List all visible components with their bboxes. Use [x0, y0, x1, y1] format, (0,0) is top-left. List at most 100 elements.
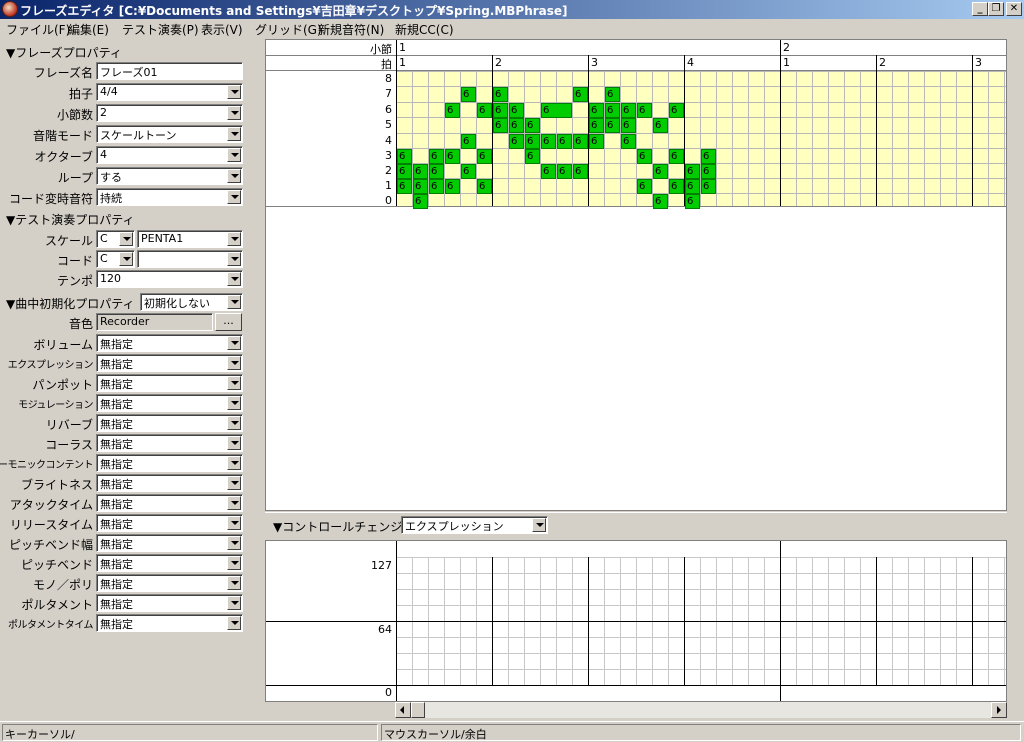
menu-grid[interactable]: グリッド(G): [255, 21, 322, 38]
note-block[interactable]: 6: [605, 118, 620, 133]
init-properties-header[interactable]: ▼曲中初期化プロパティ: [6, 295, 135, 312]
note-block[interactable]: 6: [589, 134, 604, 149]
chevron-down-icon[interactable]: [227, 336, 241, 350]
note-block[interactable]: 6: [541, 103, 572, 118]
note-block[interactable]: 6: [429, 149, 444, 164]
phrase-select[interactable]: する: [96, 167, 243, 185]
note-block[interactable]: 6: [621, 103, 636, 118]
note-block[interactable]: 6: [445, 149, 460, 164]
note-block[interactable]: 6: [477, 149, 492, 164]
note-block[interactable]: 6: [429, 164, 444, 179]
note-block[interactable]: 6: [509, 134, 524, 149]
scroll-right-button[interactable]: [991, 702, 1007, 718]
init-select[interactable]: 無指定: [96, 354, 243, 372]
init-select[interactable]: 無指定: [96, 494, 243, 512]
note-block[interactable]: 6: [445, 103, 460, 118]
menu-file[interactable]: ファイル(F): [6, 21, 70, 38]
init-select[interactable]: 無指定: [96, 474, 243, 492]
note-block[interactable]: 6: [461, 164, 476, 179]
chevron-down-icon[interactable]: [227, 576, 241, 590]
minimize-button[interactable]: _: [972, 2, 988, 16]
chevron-down-icon[interactable]: [227, 436, 241, 450]
chevron-down-icon[interactable]: [227, 169, 241, 183]
chevron-down-icon[interactable]: [227, 496, 241, 510]
init-mode-select[interactable]: 初期化しない: [140, 293, 243, 311]
chevron-down-icon[interactable]: [227, 190, 241, 204]
chevron-down-icon[interactable]: [227, 396, 241, 410]
note-block[interactable]: 6: [669, 179, 684, 194]
chevron-down-icon[interactable]: [227, 232, 241, 246]
note-block[interactable]: 6: [573, 164, 588, 179]
note-block[interactable]: 6: [669, 103, 684, 118]
note-block[interactable]: 6: [477, 103, 492, 118]
phrase-select[interactable]: 4: [96, 146, 243, 164]
chevron-down-icon[interactable]: [227, 456, 241, 470]
init-select[interactable]: 無指定: [96, 374, 243, 392]
chevron-down-icon[interactable]: [119, 252, 133, 266]
note-block[interactable]: 6: [461, 87, 476, 102]
chevron-down-icon[interactable]: [227, 148, 241, 162]
tempo-select[interactable]: 120: [96, 270, 243, 288]
scroll-thumb[interactable]: [411, 702, 425, 718]
chord-key-select[interactable]: C: [96, 250, 135, 268]
note-block[interactable]: 6: [397, 179, 412, 194]
note-block[interactable]: 6: [477, 179, 492, 194]
menu-edit[interactable]: 編集(E): [68, 21, 109, 38]
chevron-down-icon[interactable]: [227, 536, 241, 550]
scroll-left-button[interactable]: [395, 702, 411, 718]
scale-name-select[interactable]: PENTA1: [137, 230, 243, 248]
app-icon[interactable]: [2, 1, 18, 17]
chord-name-select[interactable]: [137, 250, 243, 268]
note-block[interactable]: 6: [621, 118, 636, 133]
chevron-down-icon[interactable]: [227, 376, 241, 390]
note-block[interactable]: 6: [701, 149, 716, 164]
chevron-down-icon[interactable]: [227, 596, 241, 610]
chevron-down-icon[interactable]: [119, 232, 133, 246]
note-block[interactable]: 6: [605, 87, 620, 102]
init-select[interactable]: 無指定: [96, 534, 243, 552]
note-block[interactable]: 6: [541, 164, 556, 179]
menu-new-cc[interactable]: 新規CC(C): [395, 21, 454, 38]
init-select[interactable]: 無指定: [96, 614, 243, 632]
note-block[interactable]: 6: [701, 179, 716, 194]
test-play-properties-header[interactable]: ▼テスト演奏プロパティ: [6, 211, 135, 228]
maximize-button[interactable]: ❐: [988, 2, 1004, 16]
chevron-down-icon[interactable]: [227, 516, 241, 530]
chevron-down-icon[interactable]: [227, 127, 241, 141]
note-block[interactable]: 6: [445, 179, 460, 194]
init-select[interactable]: 無指定: [96, 574, 243, 592]
note-block[interactable]: 6: [637, 149, 652, 164]
menu-view[interactable]: 表示(V): [201, 21, 243, 38]
note-block[interactable]: 6: [413, 164, 428, 179]
chevron-down-icon[interactable]: [227, 272, 241, 286]
control-change-select[interactable]: エクスプレッション: [401, 516, 548, 534]
piano-roll-editor[interactable]: 小節 拍 121234123876543210 6666666666666666…: [265, 39, 1007, 511]
init-select[interactable]: 無指定: [96, 514, 243, 532]
note-block[interactable]: 6: [557, 164, 572, 179]
phrase-select[interactable]: 4/4: [96, 83, 243, 101]
note-block[interactable]: 6: [429, 179, 444, 194]
note-block[interactable]: 6: [685, 164, 700, 179]
phrase-text-field[interactable]: フレーズ01: [96, 62, 243, 80]
phrase-select[interactable]: スケールトーン: [96, 125, 243, 143]
note-block[interactable]: 6: [589, 118, 604, 133]
menu-test-play[interactable]: テスト演奏(P): [122, 21, 199, 38]
menu-new-note[interactable]: 新規音符(N): [318, 21, 384, 38]
horizontal-scrollbar[interactable]: [395, 702, 1007, 718]
note-block[interactable]: 6: [701, 164, 716, 179]
note-block[interactable]: 6: [493, 87, 508, 102]
note-block[interactable]: 6: [509, 103, 524, 118]
note-block[interactable]: 6: [653, 118, 668, 133]
chevron-down-icon[interactable]: [227, 85, 241, 99]
init-select[interactable]: 無指定: [96, 554, 243, 572]
note-block[interactable]: 6: [397, 149, 412, 164]
scale-key-select[interactable]: C: [96, 230, 135, 248]
note-block[interactable]: 6: [637, 103, 652, 118]
note-block[interactable]: 6: [525, 149, 540, 164]
phrase-properties-header[interactable]: ▼フレーズプロパティ: [6, 44, 122, 61]
note-block[interactable]: 6: [493, 103, 508, 118]
phrase-select[interactable]: 持続: [96, 188, 243, 206]
note-block[interactable]: 6: [605, 103, 620, 118]
init-select[interactable]: 無指定: [96, 394, 243, 412]
control-change-header[interactable]: ▼コントロールチェンジ: [273, 518, 402, 535]
